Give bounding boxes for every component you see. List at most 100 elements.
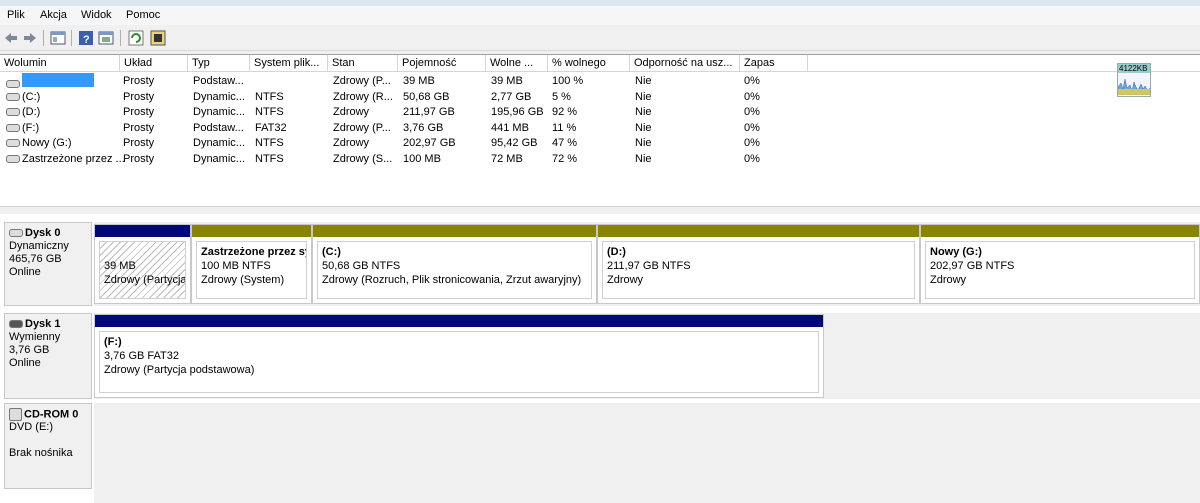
volume-cell-type: Podstaw... [193,121,244,134]
volume-cell-status: Zdrowy (P... [333,121,391,134]
volume-row[interactable]: Zastrzeżone przez ... Prosty Dynamic... NTF… [0,151,1200,167]
settings-icon[interactable] [150,30,166,46]
volume-cell-fs: FAT32 [255,121,287,134]
volume-cell-pct: 100 % [552,75,584,87]
menu-akcja[interactable]: Akcja [40,9,67,21]
partition-status: Zdrowy (System) [201,274,285,286]
partition-size: 39 MB [104,260,136,272]
volume-icon [6,92,20,101]
volume-cell-pct: 47 % [552,137,578,150]
console-tree-icon[interactable] [50,30,66,46]
volume-row[interactable]: Nowy (G:) Prosty Dynamic... NTFS Zdrowy 202,9… [0,135,1200,151]
menu-pomoc[interactable]: Pomoc [126,9,160,21]
volume-cell-capacity: 50,68 GB [403,90,450,103]
partition-c[interactable]: (C:) 50,68 GB NTFS Zdrowy (Rozruch, Plik… [312,224,597,304]
volume-cell-name: (F:) [6,120,39,136]
menu-plik[interactable]: Plik [7,9,25,21]
partition-status: Zdrowy (Partycja podstawowa) [104,364,255,376]
column-uklad[interactable]: Układ [120,55,188,71]
menu-widok[interactable]: Widok [81,9,112,21]
partition-status: Zdrowy (Rozruch, Plik stronicowania, Zrz… [322,274,582,286]
volume-cell-name [6,73,94,89]
partition-bar [313,225,596,237]
partition-system-reserved[interactable]: 39 MB Zdrowy (Partycja [94,224,191,304]
hard-disk-icon [9,229,23,238]
disk0-title: Dysk 0 [25,227,61,239]
volume-name: (F:) [22,121,40,134]
partition-title: Nowy (G:) [930,246,982,258]
column-wolne[interactable]: Wolne ... [486,55,548,71]
disk0-header[interactable]: Dysk 0 Dynamiczny 465,76 GB Online [4,222,92,306]
partition-zastrzezone[interactable]: Zastrzeżone przez sy 100 MB NTFS Zdrowy … [191,224,312,304]
volume-cell-layout: Prosty [123,106,155,119]
column-procent-wolnego[interactable]: % wolnego [548,55,630,71]
activity-graph: 4122KB [1117,63,1151,97]
column-odpornosc[interactable]: Odporność na usz... [630,55,740,71]
volume-cell-pct: 92 % [552,106,578,119]
svg-text:?: ? [83,34,90,46]
forward-icon[interactable] [22,30,38,46]
cdrom-header[interactable]: CD-ROM 0 DVD (E:) Brak nośnika [4,403,92,489]
cdrom-area [94,403,1200,503]
partition-bar [95,225,190,237]
volume-cell-free: 2,77 GB [491,90,532,103]
volume-cell-name: (D:) [6,104,40,120]
toolbar-separator [43,30,44,46]
volume-row[interactable]: (C:) Prosty Dynamic... NTFS Zdrowy (R... 50,6… [0,89,1200,105]
toolbar: ? [0,26,1200,51]
volume-cell-ft: Nie [635,75,652,87]
partition-title: (C:) [322,246,341,258]
partition-g[interactable]: Nowy (G:) 202,97 GB NTFS Zdrowy [920,224,1200,304]
help-icon[interactable]: ? [78,30,94,46]
partition-body: 39 MB Zdrowy (Partycja [99,241,186,299]
volume-row[interactable]: Prosty Podstaw... Zdrowy (P... 39 MB 39 MB 10… [0,73,1200,89]
partition-d[interactable]: (D:) 211,97 GB NTFS Zdrowy [597,224,920,304]
volume-cell-status: Zdrowy [333,106,370,119]
partition-size: 3,76 GB FAT32 [104,350,180,362]
partition-status: Zdrowy (Partycja [104,274,186,286]
column-stan[interactable]: Stan [328,55,398,71]
volume-row[interactable]: (D:) Prosty Dynamic... NTFS Zdrowy 211,97 GB 1… [0,104,1200,120]
partition-bar [598,225,919,237]
volume-cell-type: Dynamic... [193,137,245,150]
partition-size: 50,68 GB NTFS [322,260,401,272]
disk1-header[interactable]: Dysk 1 Wymienny 3,76 GB Online [4,313,92,399]
activity-graph-plot [1118,78,1150,95]
properties-icon[interactable] [98,30,114,46]
volume-icon [6,139,20,148]
volume-cell-free: 95,42 GB [491,137,538,150]
volume-cell-free: 72 MB [491,153,523,165]
volume-cell-capacity: 39 MB [403,75,435,87]
partition-title [104,245,181,259]
volume-name: (D:) [22,106,41,119]
column-zapas[interactable]: Zapas [740,55,808,71]
back-icon[interactable] [3,30,19,46]
partition-f[interactable]: (F:) 3,76 GB FAT32 Zdrowy (Partycja pods… [94,314,824,398]
volume-cell-status: Zdrowy (R... [333,90,393,103]
volume-cell-overhead: 0% [744,90,760,103]
partition-body: (D:) 211,97 GB NTFS Zdrowy [602,241,915,299]
column-system-plikow[interactable]: System plik... [250,55,328,71]
volume-cell-layout: Prosty [123,75,155,87]
volume-cell-name: Nowy (G:) [6,135,72,151]
refresh-icon[interactable] [128,30,144,46]
toolbar-separator [120,30,121,46]
partition-size: 211,97 GB NTFS [607,260,691,272]
volume-cell-type: Dynamic... [193,153,245,165]
column-wolumin[interactable]: Wolumin [0,55,120,71]
disk1-state: Online [9,357,41,369]
column-pojemnosc[interactable]: Pojemność [398,55,486,71]
partition-status: Zdrowy [930,274,967,286]
column-typ[interactable]: Typ [188,55,250,71]
volume-cell-name: (C:) [6,89,40,105]
menu-bar: Plik Akcja Widok Pomoc [0,6,1200,25]
volume-cell-ft: Nie [635,106,652,119]
disk1-partitions: (F:) 3,76 GB FAT32 Zdrowy (Partycja pods… [94,313,1200,399]
volume-cell-type: Dynamic... [193,90,245,103]
volume-cell-fs: NTFS [255,153,284,165]
disk0-size: 465,76 GB [9,253,62,265]
disk1-kind: Wymienny [9,331,61,343]
partition-bar [192,225,311,237]
partition-title: (F:) [104,336,122,348]
volume-row[interactable]: (F:) Prosty Podstaw... FAT32 Zdrowy (P... 3,7… [0,120,1200,136]
